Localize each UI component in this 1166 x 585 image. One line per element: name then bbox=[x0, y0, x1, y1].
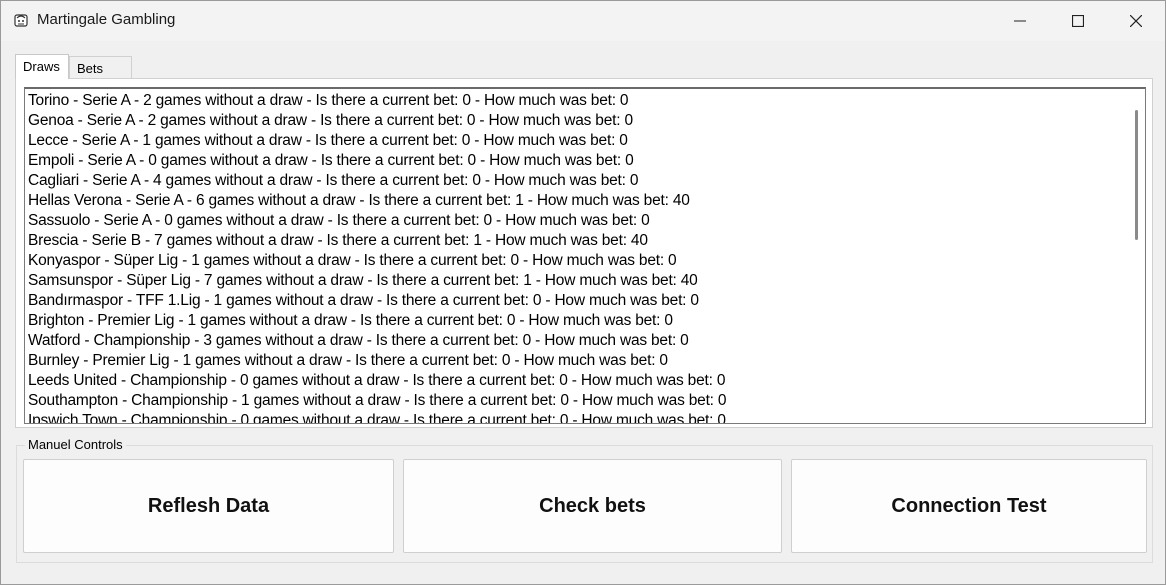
window-title: Martingale Gambling bbox=[37, 11, 176, 28]
title-bar[interactable]: Martingale Gambling bbox=[1, 1, 1165, 41]
tab-bets[interactable]: Bets bbox=[69, 56, 132, 78]
draws-listbox[interactable]: Torino - Serie A - 2 games without a dra… bbox=[24, 87, 1146, 424]
list-item[interactable]: Brighton - Premier Lig - 1 games without… bbox=[28, 311, 1125, 331]
list-item[interactable]: Konyaspor - Süper Lig - 1 games without … bbox=[28, 251, 1125, 271]
main-window: Martingale Gambling Draws Bets Torino - … bbox=[0, 0, 1166, 585]
list-item[interactable]: Sassuolo - Serie A - 0 games without a d… bbox=[28, 211, 1125, 231]
scrollbar-thumb[interactable] bbox=[1135, 110, 1138, 240]
list-item[interactable]: Cagliari - Serie A - 4 games without a d… bbox=[28, 171, 1125, 191]
close-icon bbox=[1130, 15, 1142, 27]
list-item[interactable]: Genoa - Serie A - 2 games without a draw… bbox=[28, 111, 1125, 131]
list-item[interactable]: Torino - Serie A - 2 games without a dra… bbox=[28, 91, 1125, 111]
vertical-scrollbar[interactable] bbox=[1127, 89, 1145, 423]
draws-list: Torino - Serie A - 2 games without a dra… bbox=[28, 91, 1125, 423]
list-item[interactable]: Samsunspor - Süper Lig - 7 games without… bbox=[28, 271, 1125, 291]
list-item[interactable]: Ipswich Town - Championship - 0 games wi… bbox=[28, 411, 1125, 423]
list-item[interactable]: Lecce - Serie A - 1 games without a draw… bbox=[28, 131, 1125, 151]
list-item[interactable]: Empoli - Serie A - 0 games without a dra… bbox=[28, 151, 1125, 171]
list-item[interactable]: Watford - Championship - 3 games without… bbox=[28, 331, 1125, 351]
app-logo-icon bbox=[13, 12, 29, 28]
connection-test-button[interactable]: Connection Test bbox=[791, 459, 1147, 553]
maximize-icon bbox=[1072, 15, 1084, 27]
minimize-button[interactable] bbox=[991, 1, 1049, 41]
maximize-button[interactable] bbox=[1049, 1, 1107, 41]
draws-tab-panel: Torino - Serie A - 2 games without a dra… bbox=[15, 78, 1153, 428]
list-item[interactable]: Leeds United - Championship - 0 games wi… bbox=[28, 371, 1125, 391]
list-item[interactable]: Hellas Verona - Serie A - 6 games withou… bbox=[28, 191, 1125, 211]
manual-controls-legend: Manuel Controls bbox=[25, 437, 126, 452]
list-item[interactable]: Brescia - Serie B - 7 games without a dr… bbox=[28, 231, 1125, 251]
list-item[interactable]: Southampton - Championship - 1 games wit… bbox=[28, 391, 1125, 411]
close-button[interactable] bbox=[1107, 1, 1165, 41]
tab-draws[interactable]: Draws bbox=[15, 54, 69, 79]
list-item[interactable]: Burnley - Premier Lig - 1 games without … bbox=[28, 351, 1125, 371]
list-item[interactable]: Bandırmaspor - TFF 1.Lig - 1 games witho… bbox=[28, 291, 1125, 311]
minimize-icon bbox=[1014, 15, 1026, 27]
refresh-data-button[interactable]: Reflesh Data bbox=[23, 459, 394, 553]
check-bets-button[interactable]: Check bets bbox=[403, 459, 782, 553]
